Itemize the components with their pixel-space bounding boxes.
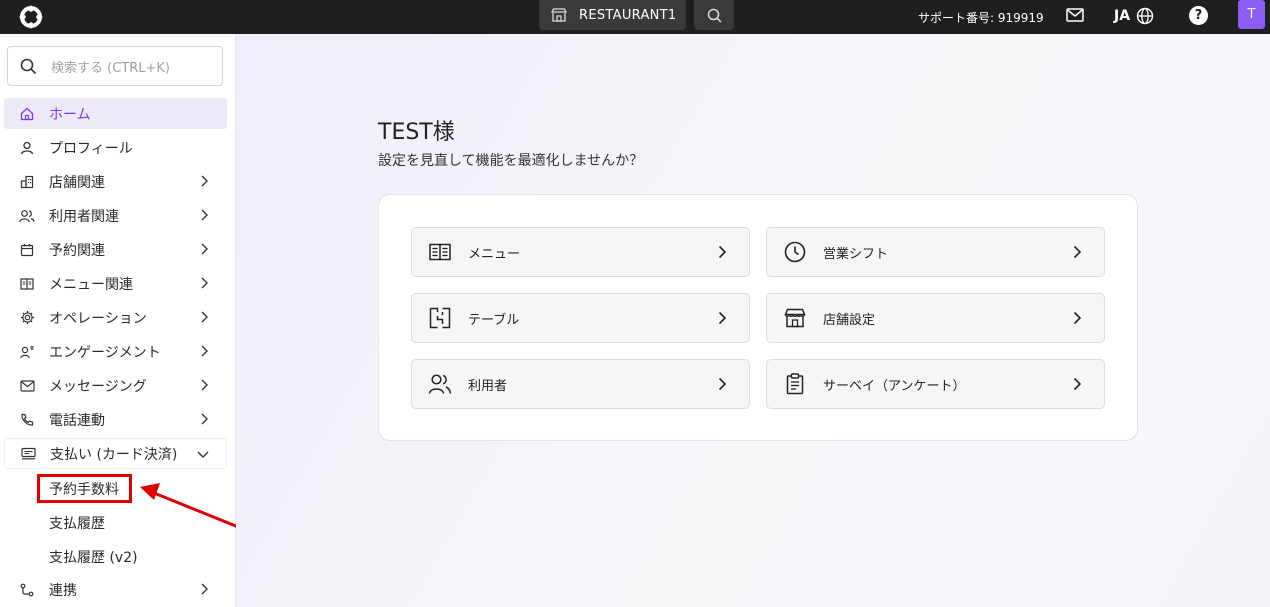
sidebar-item-menu[interactable]: メニュー関連 bbox=[4, 268, 227, 299]
person-icon bbox=[19, 140, 35, 156]
gear-icon bbox=[19, 310, 35, 326]
tile-label: テーブル bbox=[468, 312, 520, 328]
table-icon bbox=[428, 306, 452, 330]
sidebar-item-label: 店舗関連 bbox=[49, 174, 105, 191]
sidebar-item-engagement[interactable]: エンゲージメント bbox=[4, 336, 227, 367]
annotation-highlight-box bbox=[37, 474, 132, 503]
chevron-right-icon bbox=[1073, 311, 1082, 325]
tile-table[interactable]: テーブル bbox=[411, 293, 750, 343]
search-placeholder: 検索する (CTRL+K) bbox=[51, 60, 170, 76]
search-icon bbox=[20, 58, 37, 74]
store-icon bbox=[551, 8, 567, 22]
search-icon bbox=[707, 8, 722, 23]
users-icon bbox=[19, 208, 35, 224]
tile-store-settings[interactable]: 店舗設定 bbox=[766, 293, 1105, 343]
chevron-right-icon bbox=[201, 413, 208, 425]
tile-menu[interactable]: メニュー bbox=[411, 227, 750, 277]
global-search-button[interactable] bbox=[694, 0, 734, 30]
page-subtitle: 設定を見直して機能を最適化しませんか？ bbox=[378, 153, 644, 169]
chevron-right-icon bbox=[1073, 245, 1082, 259]
sidebar-item-label: 連携 bbox=[49, 582, 77, 599]
clipboard-icon bbox=[783, 372, 807, 396]
tile-business-shift[interactable]: 営業シフト bbox=[766, 227, 1105, 277]
help-icon[interactable]: ? bbox=[1189, 6, 1208, 25]
menu-book-icon bbox=[428, 240, 452, 264]
sidebar-item-integration[interactable]: 連携 bbox=[4, 574, 227, 605]
shortcut-card: メニュー 営業シフト テーブル 店舗設定 利用者 サーベイ（アンケート） bbox=[378, 194, 1138, 441]
support-number: サポート番号: 919919 bbox=[918, 11, 1044, 25]
chevron-right-icon bbox=[718, 377, 727, 391]
language-label: JA bbox=[1114, 8, 1131, 24]
sidebar-item-users[interactable]: 利用者関連 bbox=[4, 200, 227, 231]
sidebar-subitem-payment-history-v2[interactable]: 支払履歴 (v2) bbox=[49, 547, 138, 567]
sidebar-item-profile[interactable]: プロフィール bbox=[4, 132, 227, 163]
tile-label: 営業シフト bbox=[823, 246, 889, 262]
tile-users[interactable]: 利用者 bbox=[411, 359, 750, 409]
store-name: RESTAURANT1 bbox=[579, 7, 677, 23]
store-icon bbox=[783, 306, 807, 330]
sidebar-item-label: エンゲージメント bbox=[49, 344, 161, 361]
chevron-right-icon bbox=[201, 311, 208, 323]
engagement-icon bbox=[19, 344, 35, 360]
menu-book-icon bbox=[19, 276, 35, 292]
chevron-right-icon bbox=[201, 379, 208, 391]
sidebar-item-payments[interactable]: 支払い (カード決済) bbox=[4, 438, 227, 469]
globe-icon bbox=[1136, 7, 1154, 25]
sidebar-item-operations[interactable]: オペレーション bbox=[4, 302, 227, 333]
chevron-right-icon bbox=[718, 245, 727, 259]
sidebar-item-messaging[interactable]: メッセージング bbox=[4, 370, 227, 401]
calendar-icon bbox=[19, 242, 35, 258]
chevron-right-icon bbox=[201, 175, 208, 187]
main-content: TEST様 設定を見直して機能を最適化しませんか？ メニュー 営業シフト テーブ… bbox=[236, 34, 1270, 607]
sidebar-search-input[interactable]: 検索する (CTRL+K) bbox=[7, 46, 223, 86]
integration-icon bbox=[19, 582, 35, 598]
tile-survey[interactable]: サーベイ（アンケート） bbox=[766, 359, 1105, 409]
sidebar-item-label: ホーム bbox=[49, 106, 91, 123]
sidebar-item-label: 電話連動 bbox=[49, 412, 105, 429]
chevron-right-icon bbox=[201, 277, 208, 289]
mail-icon[interactable] bbox=[1066, 8, 1084, 22]
phone-icon bbox=[19, 412, 35, 428]
chevron-right-icon bbox=[1073, 377, 1082, 391]
sidebar-item-label: オペレーション bbox=[49, 310, 147, 327]
home-icon bbox=[19, 106, 35, 122]
chevron-right-icon bbox=[718, 311, 727, 325]
sidebar-item-label: 利用者関連 bbox=[49, 208, 119, 225]
sidebar-item-store[interactable]: 店舗関連 bbox=[4, 166, 227, 197]
sidebar-item-label: メニュー関連 bbox=[49, 276, 133, 293]
clock-icon bbox=[783, 240, 807, 264]
sidebar-item-label: プロフィール bbox=[49, 140, 133, 157]
building-icon bbox=[19, 174, 35, 190]
sidebar-item-phone[interactable]: 電話連動 bbox=[4, 404, 227, 435]
tile-label: 利用者 bbox=[468, 378, 508, 394]
tile-label: サーベイ（アンケート） bbox=[823, 378, 966, 394]
chevron-down-icon bbox=[197, 451, 209, 458]
users-icon bbox=[428, 372, 452, 396]
sidebar-item-label: 支払い (カード決済) bbox=[50, 446, 178, 463]
sidebar-item-reservations[interactable]: 予約関連 bbox=[4, 234, 227, 265]
chevron-right-icon bbox=[201, 243, 208, 255]
sidebar-item-label: メッセージング bbox=[49, 378, 147, 395]
tile-label: メニュー bbox=[468, 246, 521, 262]
language-selector[interactable]: JA bbox=[1114, 7, 1154, 25]
tile-label: 店舗設定 bbox=[823, 312, 876, 328]
chevron-right-icon bbox=[201, 583, 208, 595]
payment-icon bbox=[20, 446, 36, 462]
page-title: TEST様 bbox=[378, 120, 455, 145]
avatar[interactable]: T bbox=[1238, 0, 1265, 29]
sidebar-subitem-payment-history[interactable]: 支払履歴 bbox=[49, 513, 105, 533]
store-selector-button[interactable]: RESTAURANT1 bbox=[539, 0, 686, 30]
top-bar: RESTAURANT1 サポート番号: 919919 JA ? T bbox=[0, 0, 1270, 34]
chevron-right-icon bbox=[201, 209, 208, 221]
sidebar-item-label: 予約関連 bbox=[49, 242, 105, 259]
mail-icon bbox=[19, 378, 35, 394]
app-logo-icon[interactable] bbox=[17, 3, 45, 31]
sidebar-item-home[interactable]: ホーム bbox=[4, 98, 227, 129]
chevron-right-icon bbox=[201, 345, 208, 357]
